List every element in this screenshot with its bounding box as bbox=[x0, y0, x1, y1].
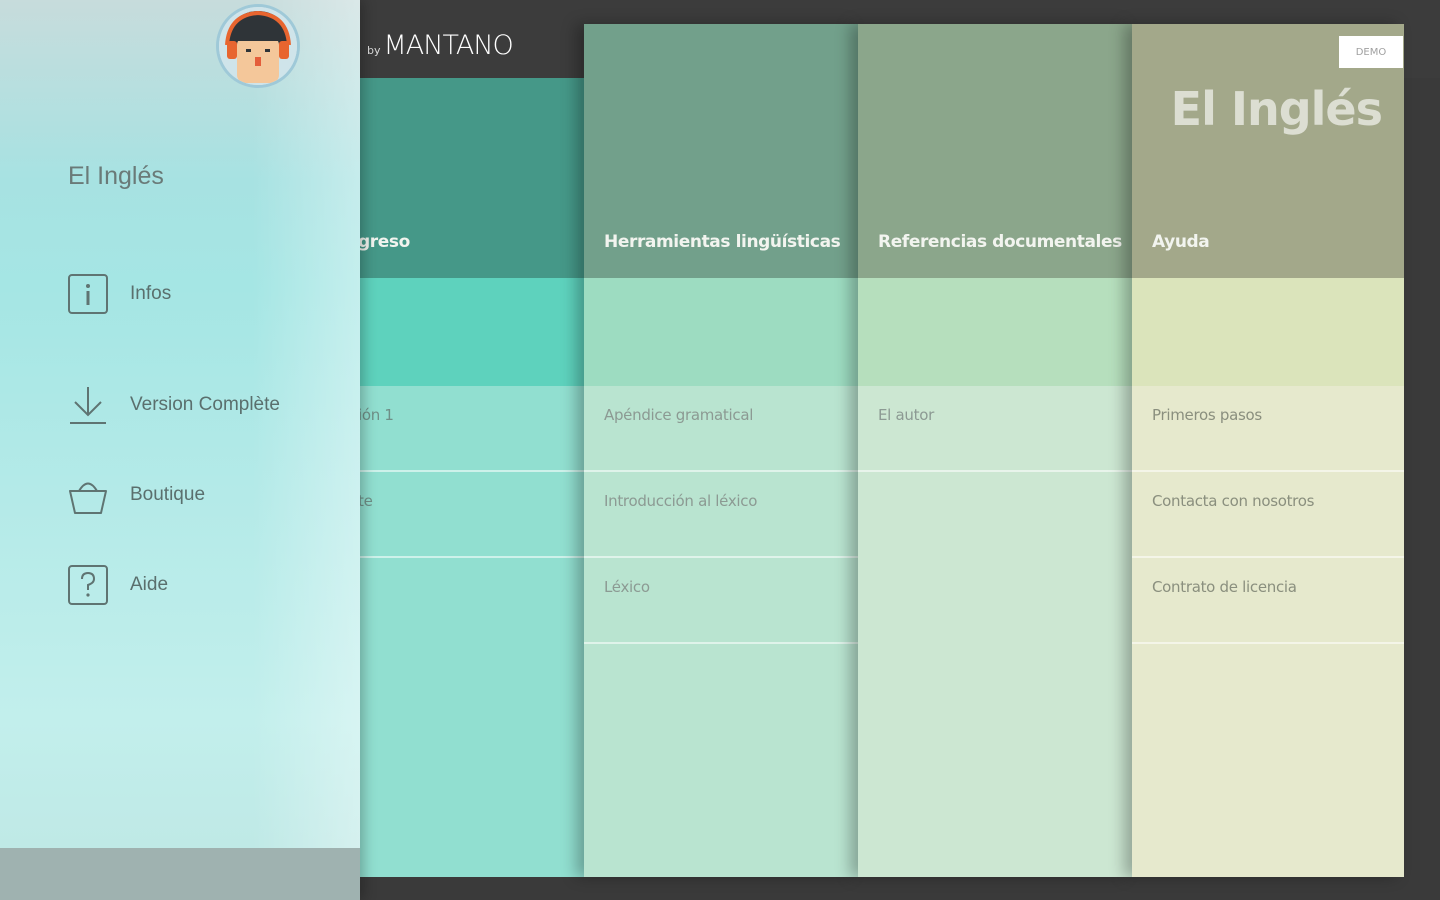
app-title: El Inglés bbox=[1170, 82, 1383, 136]
menu-item-full-version[interactable]: Version Complète bbox=[66, 360, 336, 450]
drawer-title: El Inglés bbox=[68, 162, 164, 190]
list-item[interactable]: Léxico bbox=[584, 558, 858, 644]
basket-icon bbox=[66, 473, 110, 517]
brand-by: by bbox=[367, 44, 381, 57]
list-item[interactable]: Contacta con nosotros bbox=[1132, 472, 1404, 558]
column-title: Referencias documentales bbox=[878, 232, 1122, 252]
menu-item-boutique[interactable]: Boutique bbox=[66, 450, 336, 540]
menu-item-label: Aide bbox=[130, 574, 169, 595]
list-item[interactable]: Introducción al léxico bbox=[584, 472, 858, 558]
column-references: Referencias documentales El autor bbox=[858, 24, 1132, 877]
menu-item-aide[interactable]: Aide bbox=[66, 540, 336, 630]
menu-item-label: Infos bbox=[130, 283, 172, 304]
drawer-menu: Infos Version Complète Boutique Aide bbox=[66, 270, 336, 630]
column-header[interactable]: Herramientas lingüísticas bbox=[584, 24, 858, 278]
column-title: Ayuda bbox=[1152, 232, 1210, 252]
help-icon bbox=[66, 563, 110, 607]
download-icon bbox=[66, 383, 110, 427]
list-item[interactable]: Contrato de licencia bbox=[1132, 558, 1404, 644]
list-item[interactable]: Apéndice gramatical bbox=[584, 386, 858, 472]
column-title: Herramientas lingüísticas bbox=[604, 232, 841, 252]
brand-logo: by MANTANO bbox=[367, 30, 514, 61]
brand-name: MANTANO bbox=[383, 30, 514, 61]
navigation-drawer: El Inglés Infos Version Complète Boutiqu… bbox=[0, 0, 360, 900]
column-band bbox=[584, 278, 858, 386]
column-header[interactable]: Referencias documentales bbox=[858, 24, 1132, 278]
column-band bbox=[1132, 278, 1404, 386]
menu-item-label: Version Complète bbox=[130, 394, 280, 415]
demo-badge: DEMO bbox=[1339, 36, 1403, 68]
column-help: El Inglés Ayuda Primeros pasos Contacta … bbox=[1132, 24, 1404, 877]
column-list: El autor bbox=[858, 386, 1132, 877]
list-item[interactable]: El autor bbox=[858, 386, 1132, 472]
list-item[interactable]: Primeros pasos bbox=[1132, 386, 1404, 472]
drawer-footer bbox=[0, 848, 360, 900]
column-list: Primeros pasos Contacta con nosotros Con… bbox=[1132, 386, 1404, 877]
avatar-character-icon bbox=[219, 7, 297, 85]
column-title: greso bbox=[358, 232, 410, 252]
column-band bbox=[858, 278, 1132, 386]
info-icon bbox=[66, 272, 110, 316]
menu-item-label: Boutique bbox=[130, 484, 206, 505]
avatar[interactable] bbox=[216, 4, 300, 88]
column-linguistic-tools: Herramientas lingüísticas Apéndice grama… bbox=[584, 24, 858, 877]
menu-item-infos[interactable]: Infos bbox=[66, 270, 336, 318]
column-list: Apéndice gramatical Introducción al léxi… bbox=[584, 386, 858, 877]
